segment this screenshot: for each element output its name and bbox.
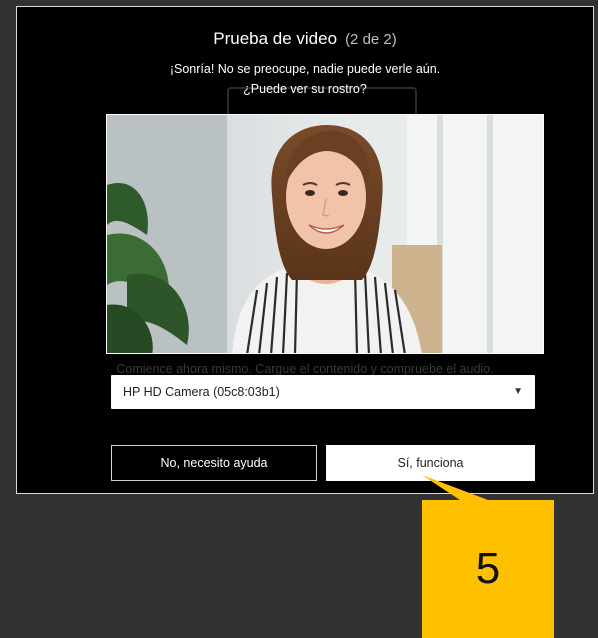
video-test-dialog: Prueba de video (2 de 2) ¡Sonría! No se p… xyxy=(16,6,594,494)
dialog-title: Prueba de video xyxy=(213,29,338,48)
it-works-button[interactable]: Sí, funciona xyxy=(326,445,535,481)
dialog-question: ¿Puede ver su rostro? xyxy=(243,82,367,96)
camera-select[interactable]: HP HD Camera (05c8:03b1) ▼ xyxy=(111,375,535,409)
camera-preview-image xyxy=(107,115,543,353)
need-help-button[interactable]: No, necesito ayuda xyxy=(111,445,317,481)
dialog-step: (2 de 2) xyxy=(345,31,397,48)
step-callout: 5 xyxy=(422,500,554,638)
caret-down-icon: ▼ xyxy=(513,386,523,397)
background-hint-text: Comience ahora mismo. Cargue el contenid… xyxy=(116,362,494,376)
camera-preview xyxy=(106,114,544,354)
camera-select-value: HP HD Camera (05c8:03b1) xyxy=(123,385,280,399)
dialog-title-row: Prueba de video (2 de 2) xyxy=(17,29,593,50)
page: Prueba de video (2 de 2) ¡Sonría! No se p… xyxy=(0,0,598,638)
dialog-subtitle: ¡Sonría! No se preocupe, nadie puede ver… xyxy=(169,62,441,76)
